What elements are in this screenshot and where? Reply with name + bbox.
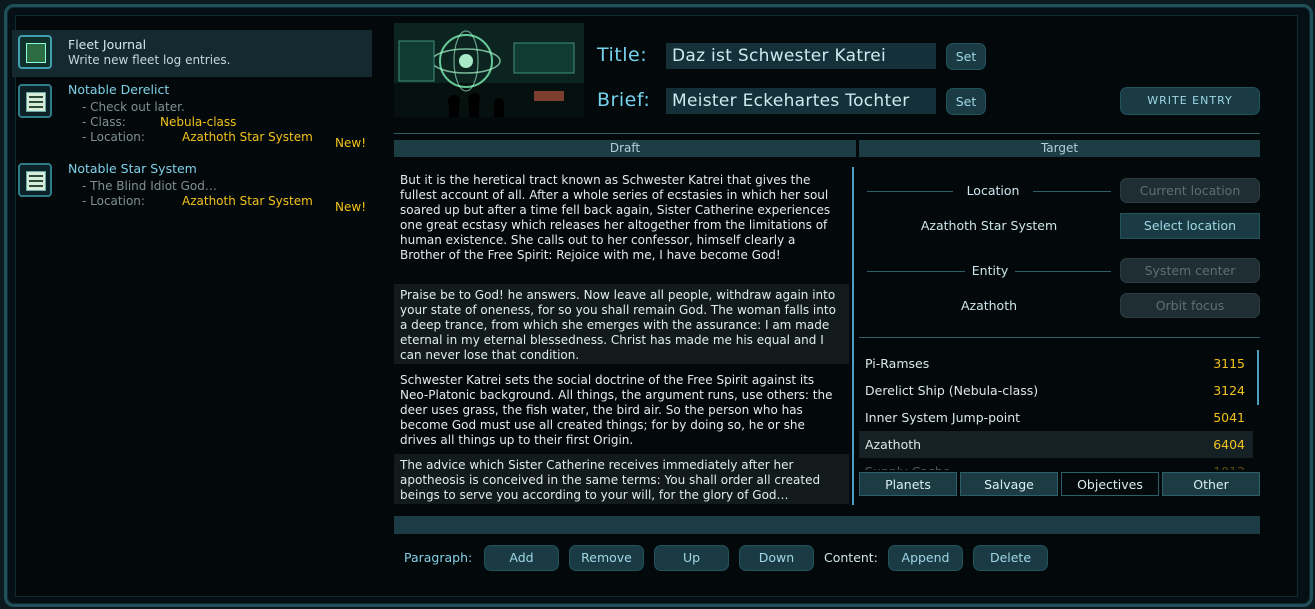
title-label: Title: (597, 44, 648, 66)
entity-label: Entity (971, 263, 1009, 278)
journal-item-line-value: Azathoth Star System (182, 194, 313, 208)
target-list-row[interactable]: Supply Cache 1013 (859, 458, 1253, 470)
draft-paragraph[interactable]: The advice which Sister Catherine receiv… (394, 454, 849, 504)
set-title-button[interactable]: Set (946, 43, 986, 70)
divider (859, 337, 1260, 338)
draft-paragraph[interactable]: Praise be to God! he answers. Now leave … (394, 284, 849, 364)
target-list-row[interactable]: Derelict Ship (Nebula-class) 3124 (859, 377, 1253, 404)
journal-item-line-label: - Location: (82, 130, 145, 144)
log-screen-icon (18, 84, 52, 118)
tab-salvage[interactable]: Salvage (960, 472, 1058, 496)
delete-button[interactable]: Delete (973, 545, 1048, 571)
write-entry-button[interactable]: WRITE ENTRY (1120, 87, 1260, 115)
draft-paragraph[interactable]: But it is the heretical tract known as S… (394, 169, 849, 279)
divider (867, 191, 953, 192)
journal-item-notable-derelict[interactable]: Notable Derelict - Check out later. - Cl… (12, 79, 372, 153)
divider (1015, 271, 1111, 272)
title-input[interactable]: Daz ist Schwester Katrei (666, 43, 936, 69)
brief-label: Brief: (597, 89, 651, 111)
target-list-row[interactable]: Inner System Jump-point 5041 (859, 404, 1253, 431)
target-list-row[interactable]: Pi-Ramses 3115 (859, 350, 1253, 377)
target-value: 6404 (1213, 437, 1245, 452)
location-label: Location (966, 183, 1020, 198)
target-header: Target (859, 140, 1260, 157)
target-name: Pi-Ramses (865, 356, 930, 371)
target-name: Inner System Jump-point (865, 410, 1021, 425)
system-center-button[interactable]: System center (1120, 258, 1260, 283)
journal-item-fleet-journal[interactable]: Fleet Journal Write new fleet log entrie… (12, 30, 372, 77)
new-badge: New! (335, 136, 366, 150)
journal-item-line: Write new fleet log entries. (68, 53, 231, 67)
divider (394, 133, 1260, 134)
journal-item-line-label: - Class: (82, 115, 126, 129)
current-location-button[interactable]: Current location (1120, 178, 1260, 203)
add-paragraph-button[interactable]: Add (484, 545, 559, 571)
divider (1033, 191, 1111, 192)
draft-scrollbar[interactable] (852, 167, 854, 505)
target-value: 3115 (1213, 356, 1245, 371)
target-name: Supply Cache (865, 458, 950, 470)
target-value: 3124 (1213, 383, 1245, 398)
new-badge: New! (335, 200, 366, 214)
journal-item-title: Notable Star System (68, 161, 197, 176)
location-value: Azathoth Star System (920, 218, 1058, 233)
paragraph-label: Paragraph: (404, 550, 473, 565)
append-button[interactable]: Append (888, 545, 963, 571)
divider (867, 271, 965, 272)
journal-item-line-label: - Location: (82, 194, 145, 208)
target-value: 5041 (1213, 410, 1245, 425)
log-screen-icon (18, 163, 52, 197)
journal-item-line: - The Blind Idiot God… (82, 179, 217, 193)
target-value: 1013 (1213, 458, 1245, 470)
fleet-journal-icon (18, 35, 52, 69)
draft-header: Draft (394, 140, 856, 157)
entity-value: Azathoth (960, 298, 1018, 313)
target-list-scrollbar[interactable] (1257, 350, 1259, 405)
journal-item-line: - Check out later. (82, 100, 185, 114)
draft-paragraph[interactable]: Schwester Katrei sets the social doctrin… (394, 369, 849, 449)
orbit-focus-button[interactable]: Orbit focus (1120, 293, 1260, 318)
journal-item-notable-star-system[interactable]: Notable Star System - The Blind Idiot Go… (12, 158, 372, 220)
target-list-row-selected[interactable]: Azathoth 6404 (859, 431, 1253, 458)
journal-item-line-value: Nebula-class (160, 115, 237, 129)
set-brief-button[interactable]: Set (946, 88, 986, 115)
target-list: Pi-Ramses 3115 Derelict Ship (Nebula-cla… (859, 344, 1260, 470)
tab-other[interactable]: Other (1162, 472, 1260, 496)
entry-portrait-image (394, 23, 584, 117)
move-up-button[interactable]: Up (654, 545, 729, 571)
tab-objectives[interactable]: Objectives (1061, 472, 1159, 496)
tab-planets[interactable]: Planets (859, 472, 957, 496)
journal-item-title: Notable Derelict (68, 82, 170, 97)
target-name: Azathoth (865, 437, 922, 452)
journal-item-title: Fleet Journal (68, 37, 147, 52)
remove-paragraph-button[interactable]: Remove (569, 545, 644, 571)
select-location-button[interactable]: Select location (1120, 213, 1260, 239)
journal-item-line-value: Azathoth Star System (182, 130, 313, 144)
status-bar (394, 516, 1260, 534)
content-label: Content: (824, 550, 878, 565)
move-down-button[interactable]: Down (739, 545, 814, 571)
brief-input[interactable]: Meister Eckehartes Tochter (666, 88, 936, 114)
target-name: Derelict Ship (Nebula-class) (865, 383, 1039, 398)
